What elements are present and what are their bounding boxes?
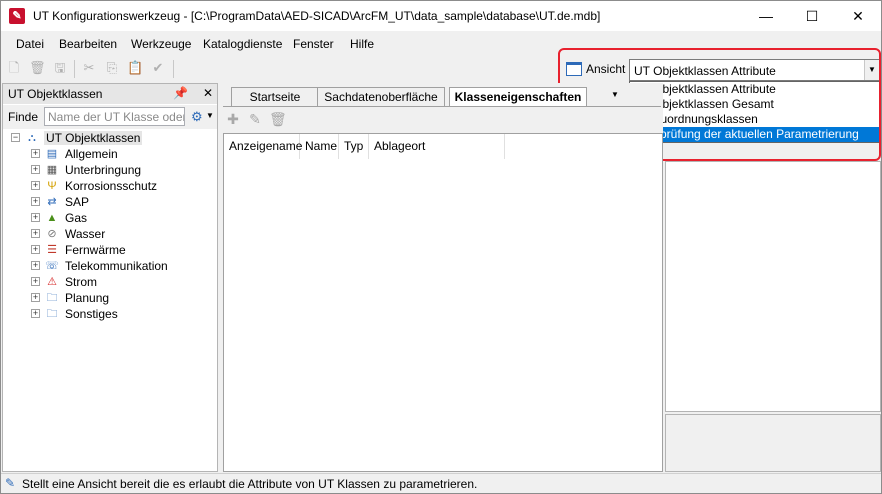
water-icon: ⊘ [47, 228, 57, 240]
chevron-down-icon[interactable]: ▼ [611, 90, 619, 99]
tree-item[interactable]: + ⚠ Strom [3, 274, 217, 290]
panel-title: UT Objektklassen [8, 87, 103, 101]
tree-item[interactable]: + ▦ Unterbringung [3, 162, 217, 178]
menu-werkzeuge[interactable]: Werkzeuge [131, 37, 191, 51]
edit-icon[interactable]: ✎ [247, 111, 263, 127]
new-icon[interactable]: 🗋 [6, 60, 22, 76]
expand-icon[interactable]: + [31, 293, 40, 302]
tree-item-label: Korrosionsschutz [65, 179, 158, 193]
app-icon: ✎ [9, 8, 25, 24]
check-icon[interactable]: ✔ [150, 60, 166, 76]
expand-icon[interactable]: + [31, 149, 40, 158]
window-title: UT Konfigurationswerkzeug - [C:\ProgramD… [33, 9, 601, 23]
menu-bearbeiten[interactable]: Bearbeiten [59, 37, 117, 51]
toolbar-separator [74, 60, 75, 78]
expand-icon[interactable]: + [31, 165, 40, 174]
tree-item-label: Unterbringung [65, 163, 142, 177]
telecom-icon: ☏ [45, 260, 59, 272]
trash-icon[interactable]: 🗑 [269, 111, 287, 127]
tree-root-label: UT Objektklassen [44, 131, 143, 145]
minimize-button[interactable]: — [743, 1, 789, 31]
column-header[interactable]: Typ [339, 134, 369, 159]
expand-icon[interactable]: + [31, 261, 40, 270]
menu-fenster[interactable]: Fenster [293, 37, 334, 51]
column-header[interactable]: Ablageort [369, 134, 505, 159]
tree-item-label: Strom [65, 275, 98, 289]
tree-item-label: Allgemein [65, 147, 118, 161]
expand-icon[interactable]: + [31, 181, 40, 190]
description-panel [665, 414, 881, 472]
expand-icon[interactable]: + [31, 245, 40, 254]
expand-icon[interactable]: + [31, 309, 40, 318]
tree-item-label: Wasser [65, 227, 106, 241]
corrosion-icon: Ψ [47, 180, 57, 192]
tab-klasseneigenschaften[interactable]: Klasseneigenschaften [449, 87, 587, 107]
find-row: Finde ⚙ ▼ [3, 105, 217, 129]
menu-datei[interactable]: Datei [16, 37, 44, 51]
gas-icon: ▲ [46, 212, 58, 224]
paste-icon[interactable]: 📋 [127, 60, 143, 76]
tree-item-label: Gas [65, 211, 88, 225]
gear-icon[interactable]: ⚙ [191, 109, 203, 125]
attribute-grid[interactable]: Anzeigename Name Typ Ablageort [223, 133, 663, 472]
title-bar: ✎ UT Konfigurationswerkzeug - [C:\Progra… [1, 1, 881, 31]
panel-header: UT Objektklassen 📌 ✕ [3, 84, 217, 104]
column-header[interactable]: Anzeigename [224, 134, 302, 159]
find-label: Finde [8, 110, 39, 124]
expand-icon[interactable]: + [31, 229, 40, 238]
delete-icon[interactable]: 🗑 [29, 60, 46, 76]
tree-item-label: Sonstiges [65, 307, 118, 321]
save-all-icon[interactable]: 🖫 [52, 60, 68, 76]
tree-item-label: Fernwärme [65, 243, 126, 257]
application-window: ✎ UT Konfigurationswerkzeug - [C:\Progra… [0, 0, 882, 494]
tree-item[interactable]: + ▲ Gas [3, 210, 217, 226]
tree-item[interactable]: + ▤ Allgemein [3, 146, 217, 162]
add-icon[interactable]: ✚ [225, 111, 241, 127]
status-bar: ✎ Stellt eine Ansicht bereit die es erla… [1, 473, 881, 493]
tree-item-label: Planung [65, 291, 110, 305]
tree-item-label: SAP [65, 195, 90, 209]
close-icon[interactable]: ✕ [203, 86, 213, 100]
pencil-icon: ✎ [5, 476, 16, 490]
tab-strip-line [223, 106, 661, 107]
collapse-icon[interactable]: − [11, 133, 20, 142]
chevron-down-icon[interactable]: ▼ [206, 111, 214, 120]
maximize-button[interactable]: ☐ [789, 1, 835, 31]
toolbar-separator [173, 60, 174, 78]
tree-item[interactable]: + Ψ Korrosionsschutz [3, 178, 217, 194]
district-heating-icon: ☰ [47, 244, 57, 256]
tab-startseite[interactable]: Startseite [231, 87, 319, 107]
tree-root[interactable]: − ⛬ UT Objektklassen [3, 130, 217, 146]
pin-icon[interactable]: 📌 [173, 86, 188, 100]
close-button[interactable]: ✕ [835, 1, 881, 31]
tree-item[interactable]: + ⇄ SAP [3, 194, 217, 210]
folder-icon: 🗀 [46, 308, 58, 320]
expand-icon[interactable]: + [31, 213, 40, 222]
cut-icon[interactable]: ✂ [81, 60, 97, 76]
tree-item[interactable]: + ⊘ Wasser [3, 226, 217, 242]
expand-icon[interactable]: + [31, 197, 40, 206]
properties-panel [665, 161, 881, 412]
search-input[interactable] [44, 107, 185, 126]
tree-item[interactable]: + 🗀 Sonstiges [3, 306, 217, 322]
tab-sachdatenoberflaeche[interactable]: Sachdatenoberfläche [317, 87, 445, 107]
objektklassen-panel: UT Objektklassen 📌 ✕ Finde ⚙ ▼ − ⛬ UT Ob… [2, 83, 218, 472]
tree-item[interactable]: + ☰ Fernwärme [3, 242, 217, 258]
tree-item[interactable]: + ☏ Telekommunikation [3, 258, 217, 274]
menu-hilfe[interactable]: Hilfe [350, 37, 374, 51]
housing-icon: ▦ [46, 164, 58, 176]
expand-icon[interactable]: + [31, 277, 40, 286]
document-area: Startseite Sachdatenoberfläche Klassenei… [221, 83, 663, 472]
status-text: Stellt eine Ansicht bereit die es erlaub… [22, 477, 478, 491]
menu-katalogdienste[interactable]: Katalogdienste [203, 37, 282, 51]
hierarchy-icon: ⛬ [28, 132, 36, 144]
copy-icon[interactable]: ⎘ [104, 60, 120, 76]
column-header[interactable]: Name [300, 134, 339, 159]
general-icon: ▤ [46, 148, 58, 160]
tree-item[interactable]: + 🗀 Planung [3, 290, 217, 306]
sap-icon: ⇄ [47, 196, 57, 208]
folder-icon: 🗀 [46, 292, 58, 304]
power-icon: ⚠ [47, 276, 57, 288]
tree-item-label: Telekommunikation [65, 259, 168, 273]
